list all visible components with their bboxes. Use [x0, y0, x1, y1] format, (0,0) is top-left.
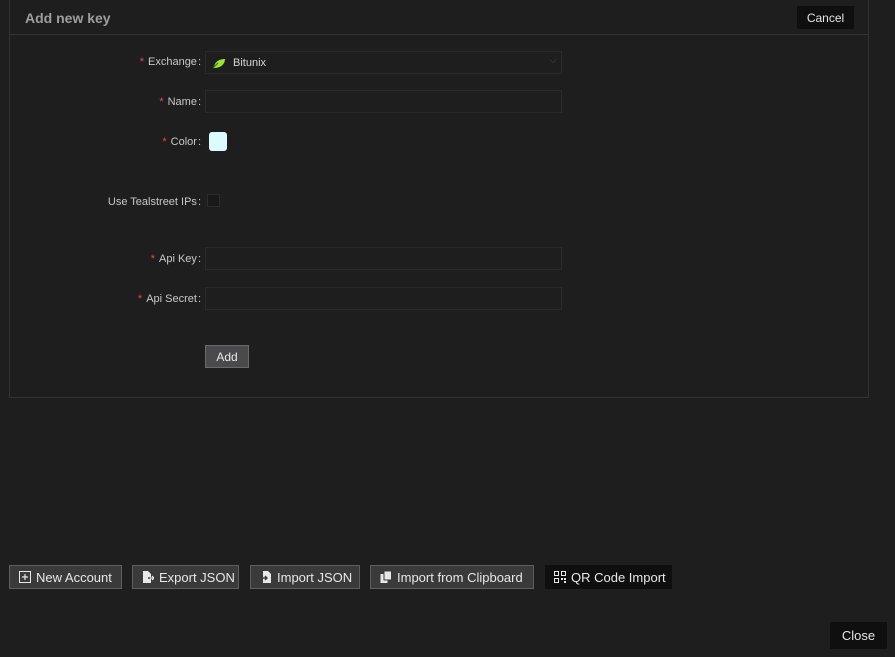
api-secret-label: * Api Secret:: [137, 293, 201, 305]
new-account-button[interactable]: New Account: [9, 565, 122, 589]
api-key-label: * Api Key:: [150, 253, 201, 265]
file-export-icon: [143, 571, 154, 583]
add-key-panel: Add new key Cancel * Exchange: Bitunix ⌵ …: [9, 0, 869, 398]
api-key-input[interactable]: [205, 247, 562, 270]
import-clipboard-button[interactable]: Import from Clipboard: [370, 565, 534, 589]
name-input[interactable]: [205, 90, 562, 113]
exchange-select[interactable]: Bitunix ⌵: [205, 51, 562, 74]
tealstreet-ips-label: Use Tealstreet IPs:: [107, 196, 201, 208]
copy-icon: [380, 571, 392, 583]
bitunix-logo-icon: [212, 59, 225, 69]
api-secret-input[interactable]: [205, 287, 562, 310]
color-label: * Color:: [162, 136, 201, 148]
plus-square-icon: [19, 571, 31, 583]
exchange-value: Bitunix: [233, 57, 267, 69]
qr-code-icon: [554, 571, 566, 583]
import-json-button[interactable]: Import JSON: [250, 565, 360, 589]
name-label: * Name:: [159, 96, 201, 108]
page-title: Add new key: [25, 10, 111, 26]
chevron-down-icon: ⌵: [549, 55, 557, 66]
add-button[interactable]: Add: [205, 345, 249, 368]
color-swatch[interactable]: [209, 132, 227, 151]
file-import-icon: [260, 571, 271, 583]
exchange-label: * Exchange:: [139, 56, 201, 68]
cancel-button[interactable]: Cancel: [797, 6, 854, 29]
tealstreet-ips-checkbox[interactable]: [207, 194, 220, 207]
panel-header: Add new key Cancel: [10, 0, 868, 35]
close-button[interactable]: Close: [830, 622, 887, 649]
qr-code-import-button[interactable]: QR Code Import: [545, 565, 672, 589]
export-json-button[interactable]: Export JSON: [132, 565, 239, 589]
